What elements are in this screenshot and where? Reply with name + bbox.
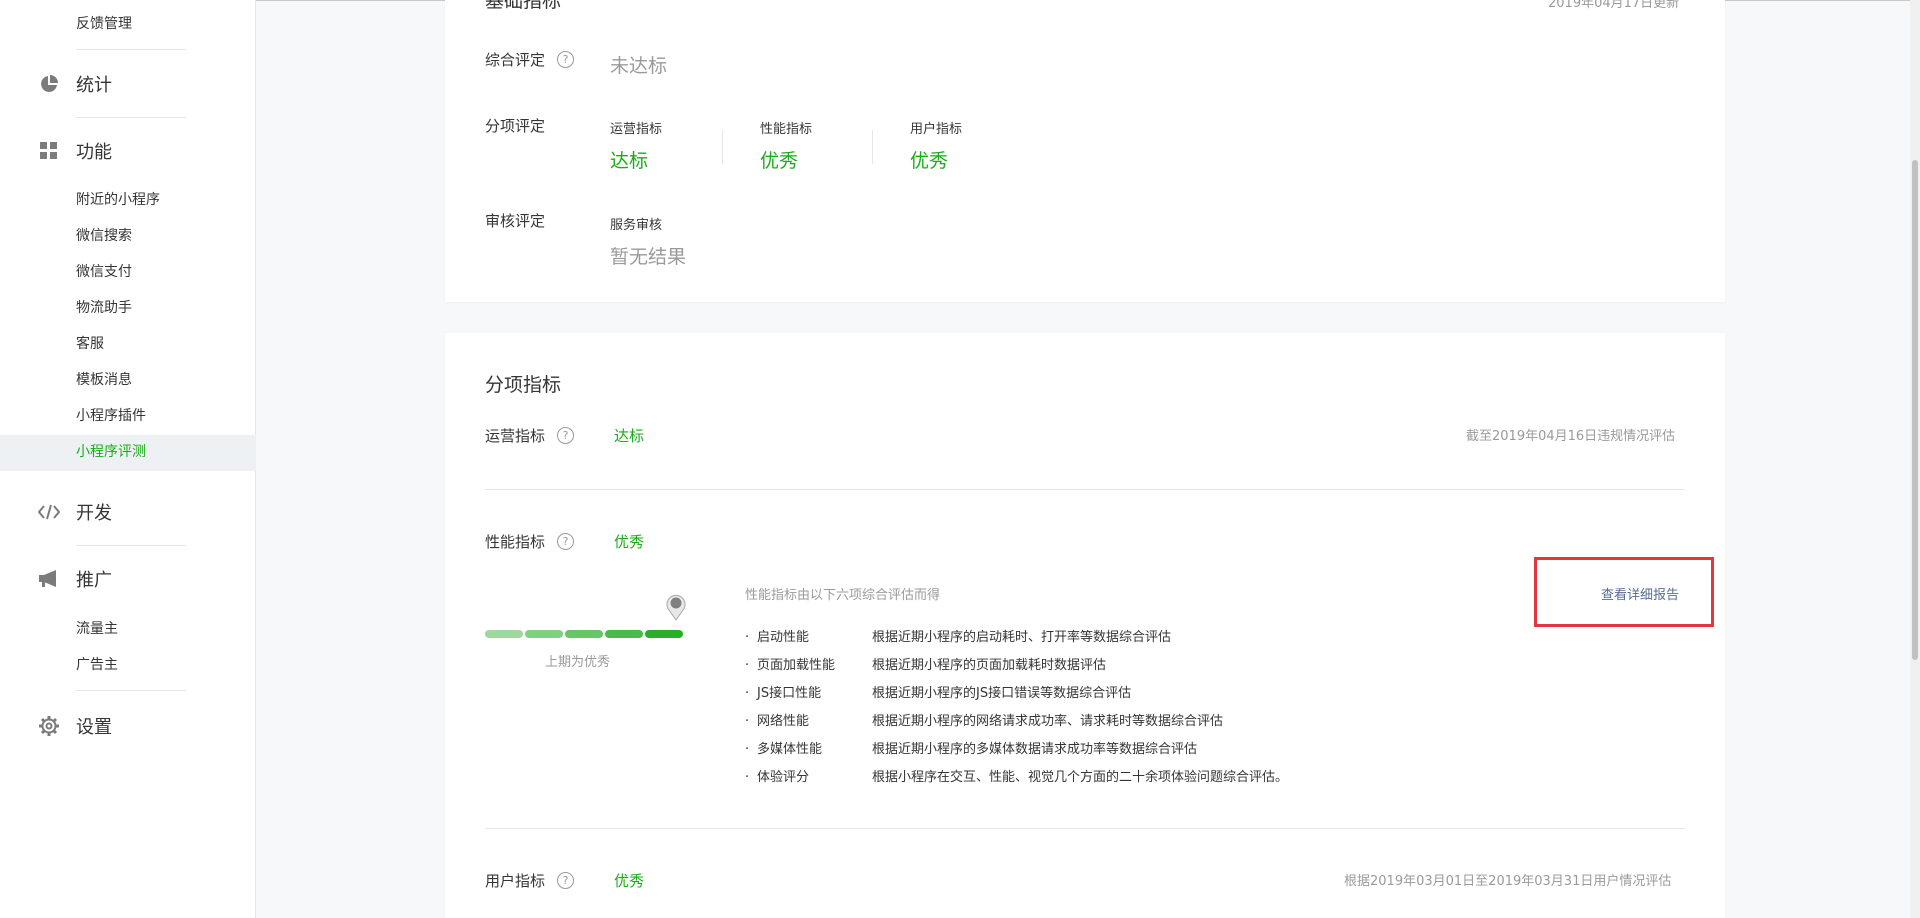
perf-item-desc: 根据近期小程序的网络请求成功率、请求耗时等数据综合评估: [872, 714, 1224, 729]
sidebar-item-logistics[interactable]: 物流助手: [76, 298, 132, 318]
perf-indicator-label: 性能指标: [485, 533, 546, 551]
ops-indicator-note: 截至2019年04月16日违规情况评估: [1466, 429, 1676, 444]
perf-item-desc: 根据近期小程序的JS接口错误等数据综合评估: [872, 686, 1132, 701]
sub-rating-perf-name: 性能指标: [760, 122, 813, 137]
megaphone-icon: [38, 568, 60, 590]
sidebar-item-evaluation[interactable]: 小程序评测: [76, 442, 146, 462]
list-item: · 启动性能 根据近期小程序的启动耗时、打开率等数据综合评估: [745, 630, 1172, 645]
sidebar-group-settings[interactable]: 设置: [38, 712, 112, 740]
sidebar-group-label: 设置: [76, 717, 112, 738]
perf-item-name: 页面加载性能: [757, 658, 836, 673]
user-indicator-note: 根据2019年03月01日至2019年03月31日用户情况评估: [1344, 874, 1672, 889]
divider: [485, 828, 1685, 829]
sidebar-group-functions[interactable]: 功能: [38, 137, 112, 165]
sidebar-item-traffic-owner[interactable]: 流量主: [76, 619, 118, 639]
sidebar-group-label: 开发: [76, 503, 112, 524]
progress-segment: [605, 630, 643, 638]
perf-item-name: 网络性能: [757, 714, 810, 729]
sidebar-group-label: 功能: [76, 142, 112, 163]
audit-item-value: 暂无结果: [610, 246, 687, 268]
sidebar-group-promote[interactable]: 推广: [38, 565, 112, 593]
gear-icon: [38, 715, 60, 737]
sidebar-group-label: 统计: [76, 75, 112, 96]
perf-indicator-value: 优秀: [614, 533, 645, 551]
divider: [485, 489, 1685, 490]
location-pin-icon: [664, 592, 688, 626]
user-indicator-value: 优秀: [614, 872, 645, 890]
list-item: · JS接口性能 根据近期小程序的JS接口错误等数据综合评估: [745, 686, 1132, 701]
divider: [872, 130, 873, 164]
overall-rating-value: 未达标: [610, 55, 668, 77]
list-item: · 体验评分 根据小程序在交互、性能、视觉几个方面的二十余项体验问题综合评估。: [745, 770, 1289, 785]
sidebar-divider: [76, 49, 186, 50]
help-icon[interactable]: ?: [557, 51, 574, 68]
sub-rating-user-value: 优秀: [910, 150, 949, 172]
sidebar-item-advertiser[interactable]: 广告主: [76, 655, 118, 675]
perf-item-name: 多媒体性能: [757, 742, 823, 757]
sub-rating-ops-name: 运营指标: [610, 122, 663, 137]
sidebar-divider: [76, 117, 186, 118]
sidebar: 反馈管理 统计 功能 附近的小程序 微信搜索 微信支付 物流助手 客服 模板消息…: [0, 0, 256, 918]
progress-segment: [525, 630, 563, 638]
help-icon[interactable]: ?: [557, 533, 574, 550]
help-icon[interactable]: ?: [557, 872, 574, 889]
progress-segment: [485, 630, 523, 638]
progress-segment: [645, 630, 683, 638]
help-icon[interactable]: ?: [557, 427, 574, 444]
detail-indicators-card: [445, 333, 1725, 918]
grid-icon: [38, 140, 60, 162]
perf-item-desc: 根据近期小程序的启动耗时、打开率等数据综合评估: [872, 630, 1172, 645]
audit-item-name: 服务审核: [610, 218, 663, 233]
audit-rating-label: 审核评定: [485, 212, 546, 230]
sidebar-item-template-message[interactable]: 模板消息: [76, 370, 132, 390]
ops-indicator-value: 达标: [614, 427, 645, 445]
perf-item-desc: 根据小程序在交互、性能、视觉几个方面的二十余项体验问题综合评估。: [872, 770, 1289, 785]
perf-item-name: 体验评分: [757, 770, 810, 785]
progress-segment: [565, 630, 603, 638]
pie-chart-icon: [38, 73, 60, 95]
code-icon: [38, 501, 60, 523]
perf-item-desc: 根据近期小程序的多媒体数据请求成功率等数据综合评估: [872, 742, 1198, 757]
vertical-scrollbar[interactable]: [1910, 0, 1920, 918]
sidebar-group-label: 推广: [76, 570, 112, 591]
sidebar-item-wechat-search[interactable]: 微信搜索: [76, 226, 132, 246]
basic-updated-date: 2019年04月17日更新: [1548, 0, 1680, 11]
perf-item-desc: 根据近期小程序的页面加载耗时数据评估: [872, 658, 1107, 673]
perf-description: 性能指标由以下六项综合评估而得: [745, 588, 941, 603]
sidebar-divider: [76, 690, 186, 691]
list-item: · 网络性能 根据近期小程序的网络请求成功率、请求耗时等数据综合评估: [745, 714, 1224, 729]
report-link-highlight: [1534, 557, 1714, 627]
list-item: · 页面加载性能 根据近期小程序的页面加载耗时数据评估: [745, 658, 1107, 673]
scrollbar-thumb[interactable]: [1912, 160, 1918, 660]
list-item: · 多媒体性能 根据近期小程序的多媒体数据请求成功率等数据综合评估: [745, 742, 1198, 757]
perf-item-name: 启动性能: [757, 630, 810, 645]
sub-rating-perf-value: 优秀: [760, 150, 799, 172]
basic-indicators-title: 基础指标: [485, 0, 562, 12]
sidebar-item-feedback[interactable]: 反馈管理: [76, 14, 132, 34]
sidebar-item-nearby[interactable]: 附近的小程序: [76, 190, 160, 210]
sub-rating-user-name: 用户指标: [910, 122, 963, 137]
divider: [722, 130, 723, 164]
last-period-text: 上期为优秀: [545, 655, 611, 670]
perf-item-name: JS接口性能: [757, 686, 822, 701]
sidebar-group-stats[interactable]: 统计: [38, 70, 112, 98]
sidebar-item-customer-service[interactable]: 客服: [76, 334, 104, 354]
user-indicator-label: 用户指标: [485, 872, 546, 890]
perf-progress-bar: [485, 630, 683, 638]
detail-indicators-title: 分项指标: [485, 374, 562, 396]
sub-rating-label: 分项评定: [485, 117, 546, 135]
sub-rating-ops-value: 达标: [610, 150, 649, 172]
ops-indicator-label: 运营指标: [485, 427, 546, 445]
overall-rating-label: 综合评定: [485, 51, 546, 69]
sidebar-item-wechat-pay[interactable]: 微信支付: [76, 262, 132, 282]
sidebar-group-dev[interactable]: 开发: [38, 498, 112, 526]
sidebar-item-plugins[interactable]: 小程序插件: [76, 406, 146, 426]
sidebar-divider: [76, 545, 186, 546]
